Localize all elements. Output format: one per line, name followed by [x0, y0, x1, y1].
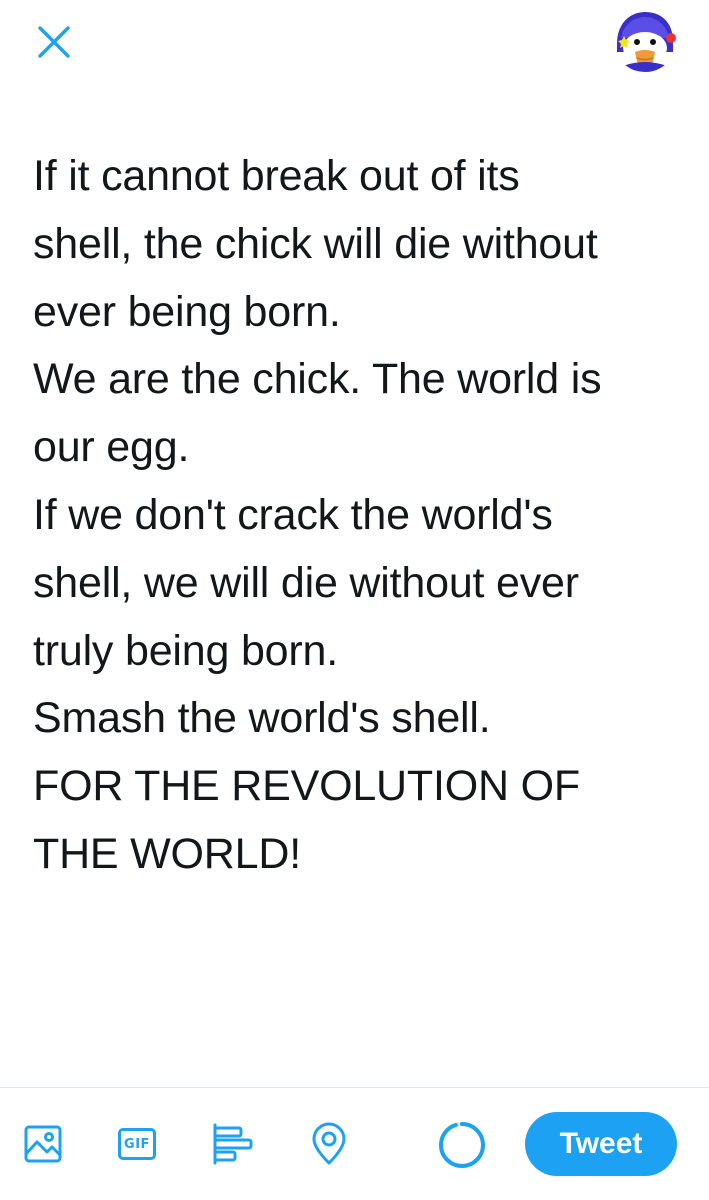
- tweet-compose-text[interactable]: If it cannot break out of its shell, the…: [33, 143, 688, 889]
- compose-text-line: THE WORLD!: [33, 829, 301, 878]
- compose-text-line: If we don't crack the world's: [33, 490, 553, 539]
- compose-text-line: truly being born.: [33, 626, 338, 675]
- gif-label: GIF: [124, 1136, 150, 1152]
- tweet-button[interactable]: Tweet: [525, 1112, 677, 1176]
- penguin-avatar-icon: [613, 8, 677, 72]
- toolbar-divider: [0, 1087, 709, 1088]
- add-location-button[interactable]: [307, 1122, 351, 1166]
- compose-text-line: Smash the world's shell.: [33, 694, 491, 743]
- compose-text-line: shell, the chick will die without: [33, 219, 598, 268]
- image-icon: [24, 1125, 62, 1163]
- add-poll-button[interactable]: [210, 1122, 254, 1166]
- compose-text-line: If it cannot break out of its: [33, 152, 520, 200]
- character-count-ring: [439, 1122, 485, 1168]
- add-gif-button[interactable]: GIF: [115, 1122, 159, 1166]
- close-button[interactable]: [32, 22, 76, 62]
- compose-text-line: shell, we will die without ever: [33, 558, 579, 607]
- avatar[interactable]: [613, 8, 677, 72]
- location-icon: [312, 1122, 346, 1165]
- compose-text-line: We are the chick. The world is: [33, 355, 602, 404]
- poll-icon: [213, 1123, 253, 1165]
- compose-text-line: our egg.: [33, 423, 190, 472]
- gif-icon: GIF: [118, 1128, 156, 1160]
- add-image-button[interactable]: [21, 1122, 65, 1166]
- compose-text-line: FOR THE REVOLUTION OF: [33, 762, 580, 811]
- compose-text-line: ever being born.: [33, 287, 341, 336]
- close-icon: [38, 26, 70, 58]
